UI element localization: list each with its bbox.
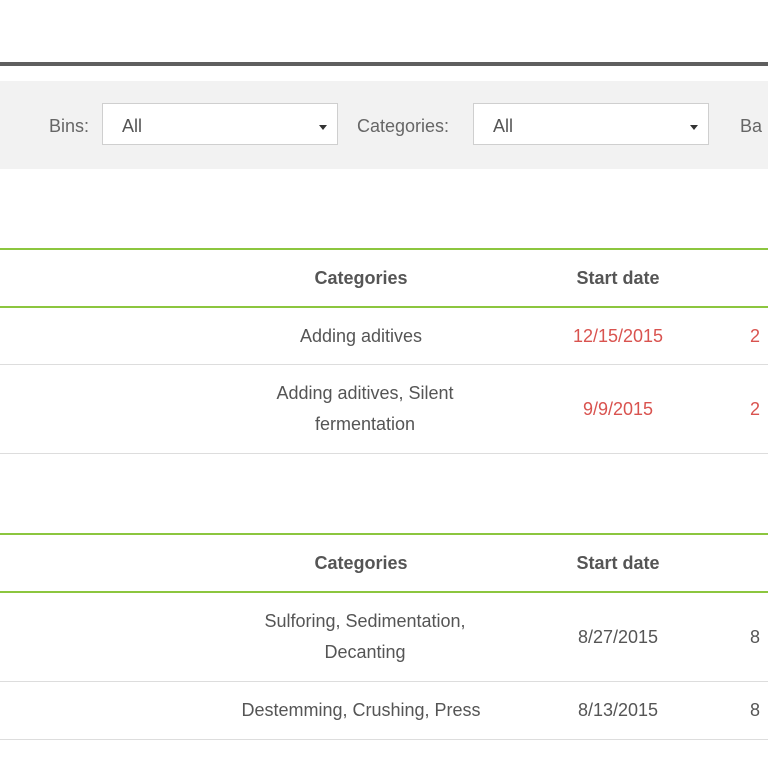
row-next-value: 2 bbox=[750, 398, 761, 419]
bins-label: Bins: bbox=[49, 116, 90, 136]
table-row[interactable]: Sulforing, Sedimentation, Decanting 8/27… bbox=[0, 593, 768, 682]
categories-select[interactable]: All bbox=[473, 103, 709, 145]
row-start-date: 9/9/2015 bbox=[582, 398, 654, 419]
row-categories: Adding aditives, Silent fermentation bbox=[276, 383, 454, 434]
batches-label: Ba bbox=[740, 116, 763, 136]
categories-label: Categories: bbox=[357, 116, 450, 136]
table-header-row: Categories Start date bbox=[0, 248, 768, 308]
row-next-value: 2 bbox=[750, 325, 761, 346]
row-start-date: 12/15/2015 bbox=[572, 325, 664, 346]
row-next-value: 8 bbox=[750, 626, 761, 647]
header-divider bbox=[0, 62, 768, 66]
table-row[interactable]: Destemming, Crushing, Press 8/13/2015 8 bbox=[0, 682, 768, 740]
categories-select-value: All bbox=[493, 116, 514, 136]
column-header-start-date[interactable]: Start date bbox=[533, 250, 703, 306]
table-row[interactable]: Adding aditives 12/15/2015 2 bbox=[0, 308, 768, 365]
bins-select[interactable]: All bbox=[102, 103, 338, 145]
row-categories: Destemming, Crushing, Press bbox=[241, 700, 481, 720]
row-categories: Adding aditives bbox=[299, 325, 423, 346]
column-header-start-date[interactable]: Start date bbox=[533, 535, 703, 591]
row-start-date: 8/27/2015 bbox=[577, 626, 659, 647]
column-header-categories[interactable]: Categories bbox=[205, 250, 517, 306]
caret-down-icon bbox=[319, 125, 327, 130]
bins-select-value: All bbox=[122, 116, 143, 136]
row-start-date: 8/13/2015 bbox=[577, 700, 659, 720]
row-next-value: 8 bbox=[750, 700, 761, 720]
column-header-categories[interactable]: Categories bbox=[205, 535, 517, 591]
caret-down-icon bbox=[690, 125, 698, 130]
table-header-row: Categories Start date bbox=[0, 533, 768, 593]
table-row[interactable]: Adding aditives, Silent fermentation 9/9… bbox=[0, 365, 768, 454]
row-categories: Sulforing, Sedimentation, Decanting bbox=[264, 611, 466, 662]
